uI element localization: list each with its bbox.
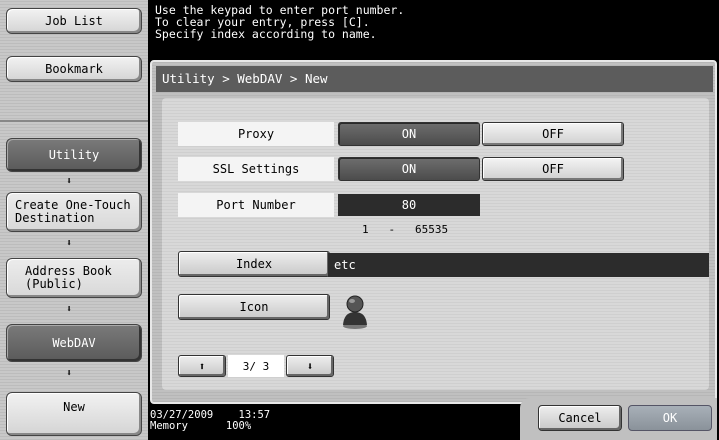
up-arrow-icon: ⬆ (198, 359, 206, 373)
sidebar-item-webdav[interactable]: WebDAV (6, 324, 142, 362)
page-indicator: 3/ 3 (228, 355, 284, 377)
cancel-button[interactable]: Cancel (538, 405, 622, 431)
down-arrow-icon: ⬇ (306, 359, 314, 373)
memory-label: Memory (150, 420, 188, 432)
message-line: Specify index according to name. (155, 27, 377, 41)
main-panel: Utility > WebDAV > New Proxy ON OFF SSL … (150, 60, 717, 404)
sidebar-item-new[interactable]: New (6, 392, 142, 436)
breadcrumb: Utility > WebDAV > New (156, 66, 713, 92)
proxy-off-button[interactable]: OFF (482, 122, 624, 146)
ssl-on-button[interactable]: ON (338, 157, 480, 181)
sidebar-item-label: WebDAV (52, 335, 96, 350)
bookmark-button[interactable]: Bookmark (6, 56, 142, 82)
index-field[interactable]: etc (328, 253, 709, 277)
ssl-settings-label: SSL Settings (178, 157, 334, 181)
port-range-min: 1 (362, 223, 369, 236)
sidebar-item-label: New (63, 400, 85, 414)
bookmark-label: Bookmark (45, 61, 103, 76)
port-range: 1 - 65535 (362, 223, 448, 236)
memory-value: 100% (225, 420, 252, 432)
sidebar: Job List Bookmark Utility ⬇ Create One-T… (0, 0, 148, 440)
status-footer: 03/27/2009 13:57 Memory 100% (150, 410, 270, 432)
ssl-off-button[interactable]: OFF (482, 157, 624, 181)
settings-area: Proxy ON OFF SSL Settings ON OFF Port Nu… (162, 98, 709, 390)
port-range-separator: - (388, 223, 396, 236)
message-area: Use the keypad to enter port number. To … (155, 4, 715, 40)
sidebar-item-create-one-touch[interactable]: Create One-Touch Destination (6, 192, 142, 232)
person-icon (343, 295, 367, 329)
sidebar-item-label: Create One-Touch Destination (15, 198, 131, 225)
proxy-on-button[interactable]: ON (338, 122, 480, 146)
page-up-button[interactable]: ⬆ (178, 355, 226, 377)
down-arrow-icon: ⬇ (66, 176, 73, 187)
icon-button[interactable]: Icon (178, 294, 330, 320)
down-arrow-icon: ⬇ (66, 304, 73, 315)
sidebar-divider (0, 120, 148, 122)
sidebar-item-label: Utility (48, 147, 100, 162)
down-arrow-icon: ⬇ (66, 238, 73, 249)
page-down-button[interactable]: ⬇ (286, 355, 334, 377)
icon-button-label: Icon (239, 300, 269, 314)
job-list-label: Job List (45, 13, 103, 28)
index-button[interactable]: Index (178, 251, 330, 277)
job-list-button[interactable]: Job List (6, 8, 142, 34)
index-button-label: Index (235, 257, 273, 271)
sidebar-item-address-book[interactable]: Address Book (Public) (6, 258, 142, 298)
proxy-label: Proxy (178, 122, 334, 146)
sidebar-item-label: Address Book (Public) (25, 264, 112, 291)
ok-button[interactable]: OK (628, 405, 712, 431)
down-arrow-icon: ⬇ (66, 368, 73, 379)
port-range-max: 65535 (415, 223, 449, 236)
port-number-field[interactable]: 80 (338, 194, 480, 216)
port-number-label: Port Number (178, 193, 334, 217)
sidebar-item-utility[interactable]: Utility (6, 138, 142, 172)
